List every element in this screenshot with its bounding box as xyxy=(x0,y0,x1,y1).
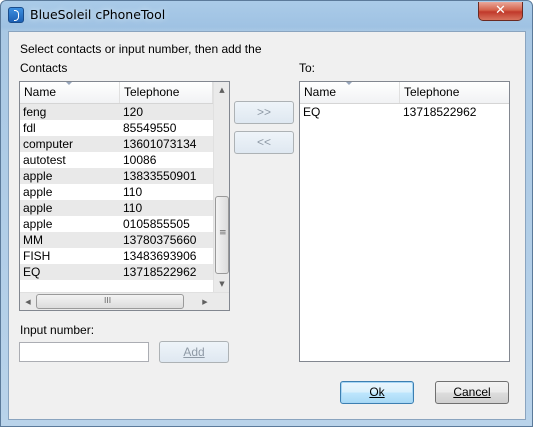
column-header-telephone-label: Telephone xyxy=(124,85,180,99)
window-title: BlueSoleil cPhoneTool xyxy=(30,7,166,22)
recipient-row[interactable]: EQ 13718522962 xyxy=(300,104,509,120)
row-telephone: 110 xyxy=(123,201,143,215)
contacts-vertical-scrollbar[interactable]: ▲ ≡ ▼ xyxy=(213,82,229,292)
sort-arrow-icon xyxy=(66,82,72,85)
contact-row[interactable]: computer 13601073134 xyxy=(20,136,213,152)
vertical-scroll-thumb[interactable]: ≡ xyxy=(215,196,229,274)
row-telephone: 13718522962 xyxy=(123,265,197,279)
recipients-column-header-name[interactable]: Name xyxy=(300,82,400,103)
contacts-list-header: Name Telephone xyxy=(20,82,213,104)
remove-from-recipients-button[interactable]: << xyxy=(234,131,294,154)
row-telephone: 13780375660 xyxy=(123,233,197,247)
add-to-recipients-button[interactable]: >> xyxy=(234,101,294,124)
cancel-button[interactable]: Cancel xyxy=(435,381,509,404)
close-icon: ✕ xyxy=(495,3,506,18)
recipients-list-header: Name Telephone xyxy=(300,82,509,104)
row-name: apple xyxy=(23,201,53,215)
column-header-telephone[interactable]: Telephone xyxy=(120,82,213,103)
contact-row[interactable]: apple 110 xyxy=(20,184,213,200)
column-header-name-label: Name xyxy=(24,85,57,99)
contact-row[interactable]: EQ 13718522962 xyxy=(20,264,213,280)
row-name: EQ xyxy=(23,265,41,279)
horizontal-scroll-thumb[interactable]: III xyxy=(36,294,184,309)
ok-button[interactable]: Ok xyxy=(340,381,414,404)
recipients-column-header-telephone[interactable]: Telephone xyxy=(400,82,509,103)
row-telephone: 13483693906 xyxy=(123,249,197,263)
row-telephone: 110 xyxy=(123,185,143,199)
row-name: EQ xyxy=(303,105,321,119)
contact-row[interactable]: apple 110 xyxy=(20,200,213,216)
contact-row[interactable]: feng 120 xyxy=(20,104,213,120)
contact-row[interactable]: fdl 85549550 xyxy=(20,120,213,136)
dialog-window: BlueSoleil cPhoneTool ✕ Select contacts … xyxy=(0,0,533,427)
row-telephone: 85549550 xyxy=(123,121,177,135)
contact-row[interactable]: FISH 13483693906 xyxy=(20,248,213,264)
row-telephone: 0105855505 xyxy=(123,217,190,231)
row-name: feng xyxy=(23,105,47,119)
row-telephone: 13601073134 xyxy=(123,137,197,151)
contact-row[interactable]: MM 13780375660 xyxy=(20,232,213,248)
contact-row[interactable]: autotest 10086 xyxy=(20,152,213,168)
row-name: autotest xyxy=(23,153,66,167)
recipients-column-header-telephone-label: Telephone xyxy=(404,85,460,99)
row-name: apple xyxy=(23,185,53,199)
to-label: To: xyxy=(299,61,316,75)
row-telephone: 10086 xyxy=(123,153,157,167)
scroll-left-icon[interactable]: ◀ xyxy=(20,294,36,310)
recipients-column-header-name-label: Name xyxy=(304,85,337,99)
contacts-horizontal-scrollbar[interactable]: ◀ III ▶ xyxy=(20,292,229,310)
row-telephone: 13833550901 xyxy=(123,169,197,183)
contact-row[interactable]: apple 0105855505 xyxy=(20,216,213,232)
dialog-client-area: Select contacts or input number, then ad… xyxy=(8,31,526,420)
cancel-button-label: Cancel xyxy=(453,385,491,399)
contacts-list[interactable]: Name Telephone feng 120 fdl 85549550 compute… xyxy=(19,81,230,311)
row-name: FISH xyxy=(23,249,51,263)
row-telephone: 120 xyxy=(123,105,144,119)
vertical-grip-icon: ≡ xyxy=(219,228,227,238)
scroll-up-icon[interactable]: ▲ xyxy=(214,82,229,98)
contacts-label: Contacts xyxy=(20,61,68,75)
horizontal-grip-icon: III xyxy=(104,296,112,305)
add-number-button[interactable]: Add xyxy=(159,341,229,363)
add-number-button-label: Add xyxy=(183,345,205,359)
row-telephone: 13718522962 xyxy=(403,105,477,119)
sort-arrow-icon xyxy=(346,82,352,85)
title-bar[interactable]: BlueSoleil cPhoneTool ✕ xyxy=(1,1,532,29)
ok-button-label: Ok xyxy=(369,385,385,399)
row-name: apple xyxy=(23,169,53,183)
instruction-text: Select contacts or input number, then ad… xyxy=(20,42,262,56)
recipients-list[interactable]: Name Telephone EQ 13718522962 xyxy=(299,81,510,362)
app-icon xyxy=(8,7,24,23)
scroll-down-icon[interactable]: ▼ xyxy=(214,276,229,292)
close-button[interactable]: ✕ xyxy=(478,2,523,21)
contact-row[interactable]: apple 13833550901 xyxy=(20,168,213,184)
input-number-label: Input number: xyxy=(20,323,95,337)
row-name: MM xyxy=(23,233,43,247)
row-name: apple xyxy=(23,217,53,231)
column-header-name[interactable]: Name xyxy=(20,82,120,103)
row-name: computer xyxy=(23,137,74,151)
scroll-right-icon[interactable]: ▶ xyxy=(197,294,213,310)
input-number-field[interactable] xyxy=(19,342,149,362)
row-name: fdl xyxy=(23,121,36,135)
